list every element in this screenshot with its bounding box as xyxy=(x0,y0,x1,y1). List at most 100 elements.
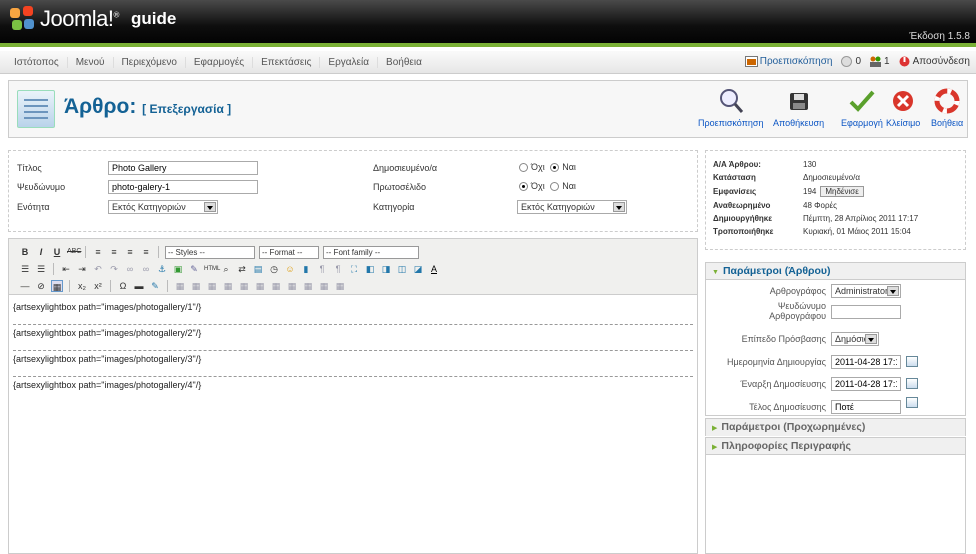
bold-icon[interactable]: B xyxy=(19,246,31,258)
replace-icon[interactable]: ⇄ xyxy=(236,263,248,275)
special-char-icon[interactable]: Ω xyxy=(117,280,129,292)
col-after-icon[interactable]: ▦ xyxy=(286,280,298,292)
menu-item-content[interactable]: Περιεχόμενο xyxy=(114,57,186,68)
metadata-header[interactable]: ▶ Πληροφορίες Περιγραφής xyxy=(706,438,965,455)
help-button[interactable]: Βοήθεια xyxy=(931,87,963,128)
align-left-icon[interactable]: ≡ xyxy=(92,246,104,258)
align-center-icon[interactable]: ≡ xyxy=(108,246,120,258)
alias-input[interactable] xyxy=(108,180,258,194)
remove-format-icon[interactable]: ⊘ xyxy=(35,280,47,292)
reset-hits-button[interactable]: Μηδένισε xyxy=(820,186,864,197)
save-button[interactable]: Αποθήκευση xyxy=(773,87,824,128)
find-icon[interactable]: ⌕ xyxy=(220,263,232,275)
font-family-select[interactable]: -- Font family -- xyxy=(323,245,419,259)
checkmark-icon xyxy=(849,90,875,112)
merge-cells-icon[interactable]: ▦ xyxy=(334,280,346,292)
undo-icon[interactable]: ↶ xyxy=(92,263,104,275)
close-button[interactable]: Κλείσιμο xyxy=(886,87,920,128)
align-right-icon[interactable]: ≡ xyxy=(124,246,136,258)
menu-item-tools[interactable]: Εργαλεία xyxy=(320,57,379,68)
format-select[interactable]: -- Format -- xyxy=(259,245,319,259)
article-params-header[interactable]: ▼ Παράμετροι (Άρθρου) xyxy=(706,263,965,280)
pagebreak-icon[interactable]: ▮ xyxy=(300,263,312,275)
style-icon[interactable]: ◪ xyxy=(412,263,424,275)
layer-up-icon[interactable]: ◨ xyxy=(380,263,392,275)
calendar-icon[interactable] xyxy=(906,356,918,367)
editor-line[interactable]: {artsexylightbox path="images/photogalle… xyxy=(13,377,693,403)
menu-item-components[interactable]: Εφαρμογές xyxy=(186,57,254,68)
created-date-input[interactable] xyxy=(831,355,901,369)
frontpage-yes-radio[interactable] xyxy=(550,182,560,192)
ltr-icon[interactable]: ¶ xyxy=(316,263,328,275)
menu-item-extensions[interactable]: Επεκτάσεις xyxy=(253,57,321,68)
underline-icon[interactable]: U xyxy=(51,246,63,258)
rtl-icon[interactable]: ¶ xyxy=(332,263,344,275)
image-icon[interactable]: ▣ xyxy=(172,263,184,275)
toolbar-separator xyxy=(110,280,111,292)
italic-icon[interactable]: I xyxy=(35,246,47,258)
advanced-params-header[interactable]: ▶ Παράμετροι (Προχωρημένες) xyxy=(706,419,965,436)
cleanup-icon[interactable]: ✎ xyxy=(188,263,200,275)
author-alias-input[interactable] xyxy=(831,305,901,319)
outdent-icon[interactable]: ⇤ xyxy=(60,263,72,275)
absolute-icon[interactable]: ◫ xyxy=(396,263,408,275)
strikethrough-icon[interactable]: ABC xyxy=(67,246,81,258)
row-after-icon[interactable]: ▦ xyxy=(238,280,250,292)
subscript-icon[interactable]: x₂ xyxy=(76,280,88,292)
publish-down-input[interactable] xyxy=(831,400,901,414)
section-select[interactable]: Εκτός Κατηγοριών xyxy=(108,200,218,214)
visual-aid-icon[interactable]: ▦ xyxy=(51,280,63,292)
row-props-icon[interactable]: ▦ xyxy=(190,280,202,292)
col-before-icon[interactable]: ▦ xyxy=(270,280,282,292)
editor-line[interactable]: {artsexylightbox path="images/photogalle… xyxy=(13,325,693,351)
table-icon[interactable]: ▦ xyxy=(174,280,186,292)
apply-button[interactable]: Εφαρμογή xyxy=(841,87,883,128)
html-icon[interactable]: HTML xyxy=(204,263,220,275)
messages-status[interactable]: 0 xyxy=(840,56,861,67)
editor-content[interactable]: {artsexylightbox path="images/photogalle… xyxy=(9,295,697,407)
emotions-icon[interactable]: ☺ xyxy=(284,263,296,275)
preview-link[interactable]: Προεπισκόπηση xyxy=(744,56,832,67)
font-color-icon[interactable]: A xyxy=(428,263,440,275)
editor-line[interactable]: {artsexylightbox path="images/photogalle… xyxy=(13,351,693,377)
access-level-select[interactable]: Δημόσιο xyxy=(831,332,879,346)
menu-item-site[interactable]: Ιστότοπος xyxy=(6,57,68,68)
title-input[interactable] xyxy=(108,161,258,175)
publish-up-input[interactable] xyxy=(831,377,901,391)
bullet-list-icon[interactable]: ☰ xyxy=(19,263,31,275)
editor-line[interactable]: {artsexylightbox path="images/photogalle… xyxy=(13,299,693,325)
time-icon[interactable]: ◷ xyxy=(268,263,280,275)
align-justify-icon[interactable]: ≡ xyxy=(140,246,152,258)
calendar-icon[interactable] xyxy=(906,397,918,408)
row-before-icon[interactable]: ▦ xyxy=(222,280,234,292)
logout-link[interactable]: Αποσύνδεση xyxy=(898,56,970,67)
published-yes-radio[interactable] xyxy=(550,163,560,173)
author-select[interactable]: Administrator xyxy=(831,284,901,298)
redo-icon[interactable]: ↷ xyxy=(108,263,120,275)
anchor-icon[interactable]: ⚓ xyxy=(156,263,168,275)
indent-icon[interactable]: ⇥ xyxy=(76,263,88,275)
media-icon[interactable]: ▤ xyxy=(252,263,264,275)
insert-hr-icon[interactable]: ▬ xyxy=(133,280,145,292)
styles-select[interactable]: -- Styles -- xyxy=(165,245,255,259)
superscript-icon[interactable]: x² xyxy=(92,280,104,292)
link-icon[interactable]: ∞ xyxy=(124,263,136,275)
fullscreen-icon[interactable]: ⛶ xyxy=(348,263,360,275)
delete-col-icon[interactable]: ▦ xyxy=(302,280,314,292)
users-status[interactable]: 1 xyxy=(869,56,890,67)
category-select[interactable]: Εκτός Κατηγοριών xyxy=(517,200,627,214)
published-no-radio[interactable] xyxy=(519,163,528,173)
layer-icon[interactable]: ◧ xyxy=(364,263,376,275)
horizontal-rule-icon[interactable]: — xyxy=(19,280,31,292)
preview-button[interactable]: Προεπισκόπηση xyxy=(698,87,763,128)
numbered-list-icon[interactable]: ☰ xyxy=(35,263,47,275)
unlink-icon[interactable]: ∞ xyxy=(140,263,152,275)
menu-item-help[interactable]: Βοήθεια xyxy=(378,57,430,68)
edit-icon[interactable]: ✎ xyxy=(149,280,161,292)
delete-row-icon[interactable]: ▦ xyxy=(254,280,266,292)
calendar-icon[interactable] xyxy=(906,378,918,389)
split-cells-icon[interactable]: ▦ xyxy=(318,280,330,292)
menu-item-menus[interactable]: Μενού xyxy=(68,57,114,68)
cell-props-icon[interactable]: ▦ xyxy=(206,280,218,292)
frontpage-no-radio[interactable] xyxy=(519,182,528,192)
